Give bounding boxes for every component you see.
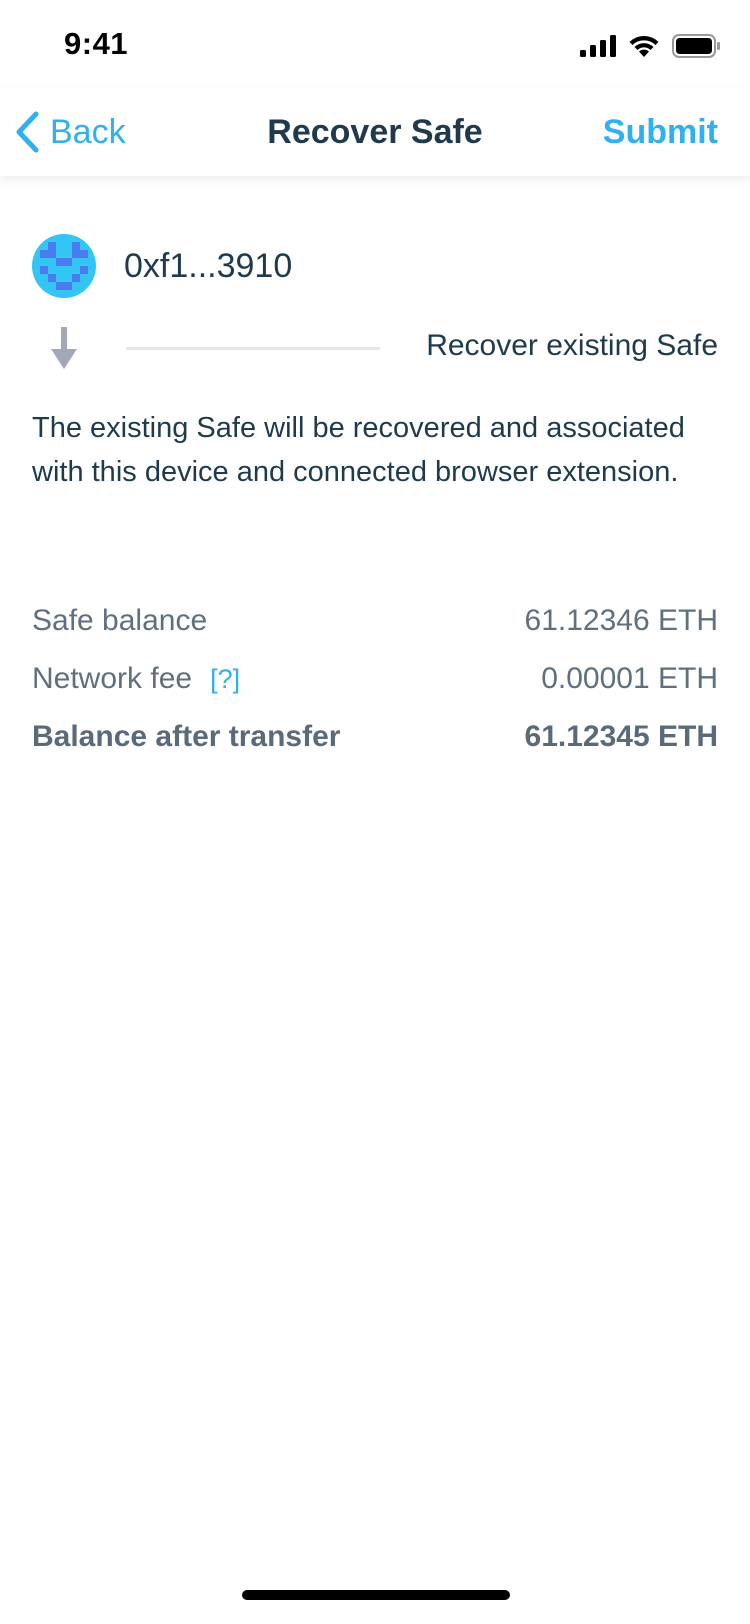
network-fee-row: Network fee [?] 0.00001 ETH: [32, 650, 718, 708]
balance-list: Safe balance 61.12346 ETH Network fee [?…: [32, 592, 718, 766]
cellular-signal-icon: [580, 35, 616, 57]
network-fee-label: Network fee: [32, 662, 193, 695]
status-bar: 9:41: [0, 0, 750, 88]
submit-button[interactable]: Submit: [603, 88, 718, 176]
safe-address: 0xf1...3910: [124, 246, 293, 285]
safe-balance-value: 61.12346 ETH: [524, 604, 718, 637]
identicon-icon: [32, 234, 96, 298]
balance-after-transfer-row: Balance after transfer 61.12345 ETH: [32, 708, 718, 766]
status-icons: [580, 34, 720, 58]
balance-after-transfer-label: Balance after transfer: [32, 720, 341, 753]
safe-balance-label: Safe balance: [32, 604, 208, 637]
home-indicator[interactable]: [242, 1590, 510, 1600]
safe-address-row: 0xf1...3910: [32, 234, 292, 298]
safe-avatar: [32, 234, 96, 298]
flow-divider: [126, 347, 380, 350]
wifi-icon: [629, 35, 659, 57]
safe-balance-row: Safe balance 61.12346 ETH: [32, 592, 718, 650]
arrow-down-icon: [51, 327, 77, 369]
battery-icon: [672, 34, 720, 58]
network-fee-value: 0.00001 ETH: [541, 662, 718, 695]
balance-after-transfer-value: 61.12345 ETH: [524, 720, 718, 753]
recover-action-label: Recover existing Safe: [426, 329, 718, 362]
status-time: 9:41: [64, 26, 129, 61]
navigation-bar: Back Recover Safe Submit: [0, 88, 750, 176]
recovery-description: The existing Safe will be recovered and …: [32, 412, 685, 488]
network-fee-label-group: Network fee [?]: [32, 662, 240, 696]
network-fee-help-link[interactable]: [?]: [210, 664, 240, 695]
